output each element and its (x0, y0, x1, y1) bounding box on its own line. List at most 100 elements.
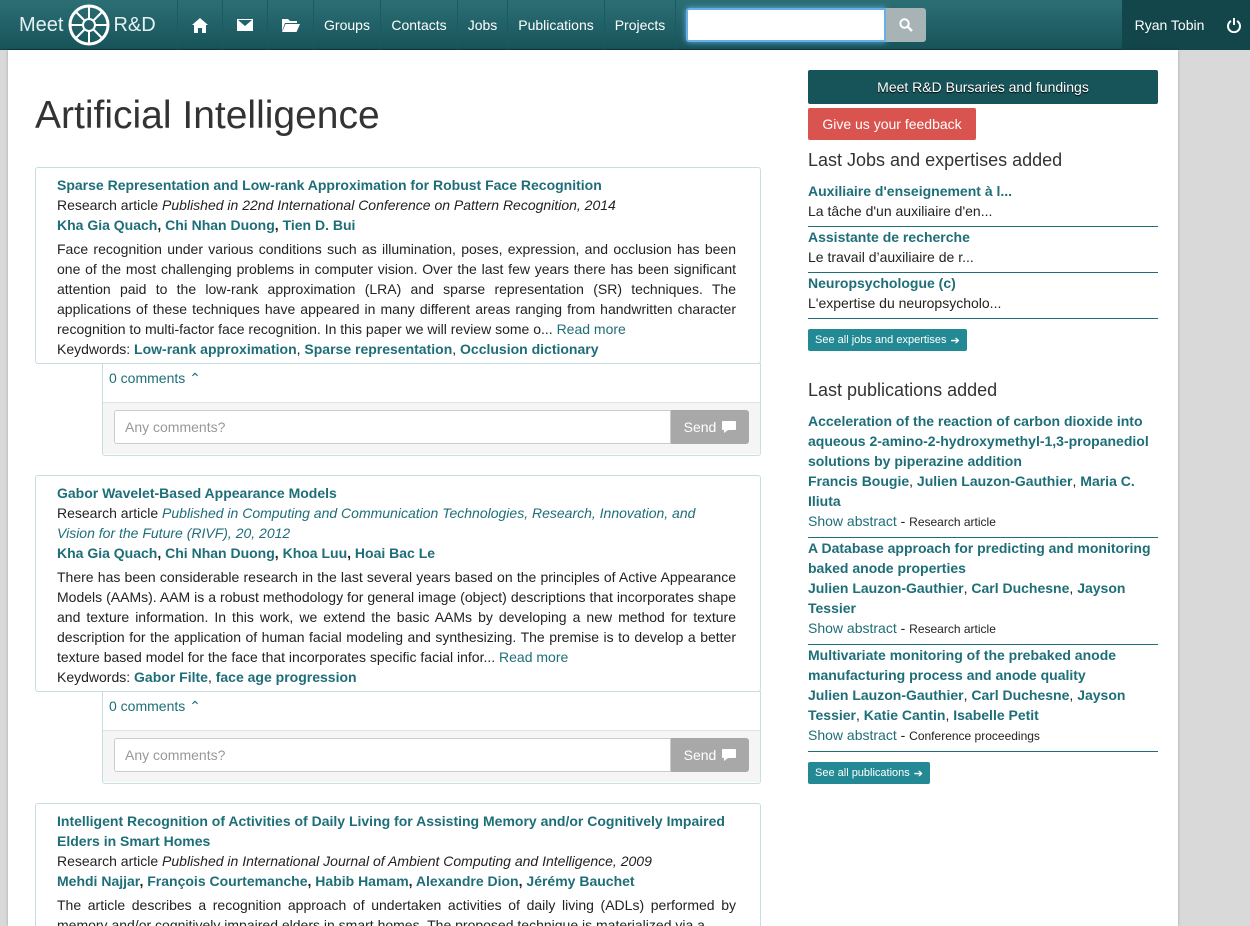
article-published: Published in International Journal of Am… (162, 853, 652, 869)
author-link[interactable]: Julien Lauzon-Gauthier (917, 473, 1073, 489)
article-card: Intelligent Recognition of Activities of… (35, 803, 761, 926)
search-input[interactable] (686, 8, 886, 42)
envelope-icon (237, 19, 253, 31)
keyword-link[interactable]: Occlusion dictionary (460, 341, 598, 357)
comments-toggle[interactable]: 0 comments ⌃ (103, 364, 760, 396)
nav-home[interactable] (177, 0, 222, 50)
publication-type: Conference proceedings (909, 729, 1040, 743)
send-comment-button[interactable]: Send (671, 410, 749, 444)
comment-icon (722, 749, 737, 761)
user-menu[interactable]: Ryan Tobin (1122, 0, 1217, 50)
author-link[interactable]: Habib Hamam (315, 873, 408, 889)
show-abstract-link[interactable]: Show abstract (808, 620, 897, 636)
search-button[interactable] (886, 8, 926, 42)
author-link[interactable]: François Courtemanche (147, 873, 307, 889)
comments-section: 0 comments ⌃ Send (102, 363, 761, 456)
show-abstract-link[interactable]: Show abstract (808, 727, 897, 743)
job-title-link[interactable]: Assistante de recherche (808, 229, 970, 245)
logo-icon (68, 4, 110, 46)
feedback-button[interactable]: Give us your feedback (808, 108, 976, 140)
show-abstract-link[interactable]: Show abstract (808, 513, 897, 529)
job-description: La tâche d'un auxiliaire d'en... (808, 203, 993, 219)
read-more-link[interactable]: Read more (557, 321, 626, 337)
chevron-up-icon: ⌃ (189, 698, 201, 714)
author-link[interactable]: Alexandre Dion (416, 873, 519, 889)
author-link[interactable]: Jérémy Bauchet (526, 873, 634, 889)
publications-heading: Last publications added (808, 380, 998, 400)
publication-item: Multivariate monitoring of the prebaked … (808, 645, 1158, 752)
author-link[interactable]: Mehdi Najjar (57, 873, 139, 889)
comment-input[interactable] (114, 410, 671, 444)
jobs-heading: Last Jobs and expertises added (808, 150, 1063, 170)
author-link[interactable]: Isabelle Petit (953, 707, 1039, 723)
job-description: L'expertise du neuropsycholo... (808, 295, 1002, 311)
author-link[interactable]: Francis Bougie (808, 473, 909, 489)
publication-title-link[interactable]: A Database approach for predicting and m… (808, 540, 1151, 576)
job-item: Assistante de recherche Le travail d’aux… (808, 227, 1158, 273)
nav-contacts[interactable]: Contacts (380, 0, 457, 50)
publication-type: Research article (909, 515, 996, 529)
author-link[interactable]: Tien D. Bui (283, 217, 356, 233)
see-all-publications-button[interactable]: See all publications ➔ (808, 762, 931, 784)
nav-groups[interactable]: Groups (313, 0, 380, 50)
bursaries-button[interactable]: Meet R&D Bursaries and fundings (808, 70, 1158, 104)
article-type: Research article (57, 853, 159, 869)
nav-publications[interactable]: Publications (507, 0, 604, 50)
author-link[interactable]: Khoa Luu (283, 545, 348, 561)
keyword-link[interactable]: Gabor Filte (134, 669, 208, 685)
see-all-jobs-button[interactable]: See all jobs and expertises ➔ (808, 329, 967, 351)
author-link[interactable]: Julien Lauzon-Gauthier (808, 580, 964, 596)
article-card: Gabor Wavelet-Based Appearance Models Re… (35, 475, 761, 692)
publication-title-link[interactable]: Multivariate monitoring of the prebaked … (808, 647, 1116, 683)
main-panel: Artificial Intelligence Sparse Represent… (8, 50, 1178, 926)
page-title: Artificial Intelligence (35, 94, 380, 137)
author-link[interactable]: Chi Nhan Duong (165, 545, 275, 561)
author-link[interactable]: Julien Lauzon-Gauthier (808, 687, 964, 703)
keywords-label: Keydwords: (57, 669, 131, 685)
author-link[interactable]: Katie Cantin (864, 707, 946, 723)
comments-section: 0 comments ⌃ Send (102, 691, 761, 784)
article-abstract: The article describes a recognition appr… (57, 897, 736, 926)
comment-icon (722, 421, 737, 433)
article-published: Published in 22nd International Conferen… (162, 197, 616, 213)
send-comment-button[interactable]: Send (671, 738, 749, 772)
brand-logo[interactable]: Meet R&D (0, 0, 177, 50)
home-icon (192, 17, 208, 33)
article-title[interactable]: Intelligent Recognition of Activities of… (57, 813, 725, 849)
keywords-label: Keydwords: (57, 341, 131, 357)
comments-toggle[interactable]: 0 comments ⌃ (103, 692, 760, 724)
article-title[interactable]: Sparse Representation and Low-rank Appro… (57, 177, 602, 193)
publication-type: Research article (909, 622, 996, 636)
job-title-link[interactable]: Neuropsychologue (c) (808, 275, 956, 291)
nav-projects[interactable]: Projects (604, 0, 676, 50)
publication-item: A Database approach for predicting and m… (808, 538, 1158, 645)
author-link[interactable]: Kha Gia Quach (57, 217, 157, 233)
read-more-link[interactable]: Read more (499, 649, 568, 665)
nav-jobs[interactable]: Jobs (457, 0, 507, 50)
author-link[interactable]: Kha Gia Quach (57, 545, 157, 561)
comment-input[interactable] (114, 738, 671, 772)
folder-open-icon (281, 19, 300, 32)
article-abstract: There has been considerable research in … (57, 569, 736, 665)
top-navbar: Meet R&D Groups Contacts Jobs Publicatio… (0, 0, 1250, 50)
author-link[interactable]: Carl Duchesne (971, 687, 1069, 703)
job-description: Le travail d’auxiliaire de r... (808, 249, 974, 265)
nav-messages[interactable] (222, 0, 267, 50)
job-item: Auxiliaire d'enseignement à l... La tâch… (808, 181, 1158, 227)
power-icon (1226, 17, 1241, 33)
arrow-right-icon: ➔ (950, 334, 960, 347)
author-link[interactable]: Carl Duchesne (971, 580, 1069, 596)
nav-files[interactable] (267, 0, 313, 50)
article-card: Sparse Representation and Low-rank Appro… (35, 167, 761, 364)
keyword-link[interactable]: face age progression (216, 669, 357, 685)
logout-button[interactable] (1217, 0, 1250, 50)
keyword-link[interactable]: Low-rank approximation (134, 341, 297, 357)
author-link[interactable]: Chi Nhan Duong (165, 217, 275, 233)
author-link[interactable]: Hoai Bac Le (355, 545, 435, 561)
brand-text-right: R&D (113, 13, 156, 36)
brand-text-left: Meet (19, 13, 64, 36)
article-title[interactable]: Gabor Wavelet-Based Appearance Models (57, 485, 337, 501)
keyword-link[interactable]: Sparse representation (304, 341, 452, 357)
publication-title-link[interactable]: Acceleration of the reaction of carbon d… (808, 413, 1149, 469)
job-title-link[interactable]: Auxiliaire d'enseignement à l... (808, 183, 1012, 199)
